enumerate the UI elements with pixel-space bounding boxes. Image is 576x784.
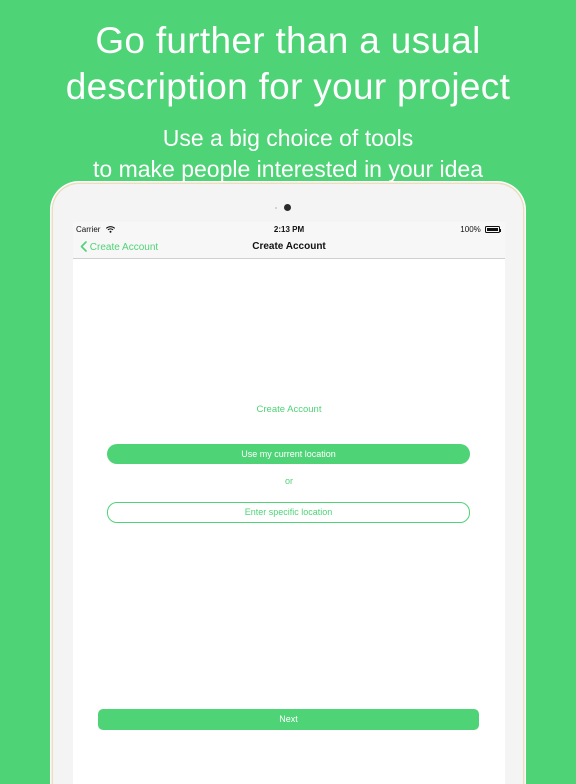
promo-headline: Go further than a usual description for …	[0, 18, 576, 110]
or-separator: or	[284, 476, 293, 486]
promo-headline-line1: Go further than a usual	[95, 20, 481, 61]
navigation-bar: Create Account Create Account	[73, 238, 505, 259]
promo-subtitle: Use a big choice of tools to make people…	[0, 123, 576, 185]
battery-percent: 100%	[460, 225, 481, 234]
battery-icon	[485, 226, 500, 233]
sensor-dot	[275, 207, 277, 209]
promo-headline-line2: description for your project	[65, 66, 511, 107]
nav-title: Create Account	[252, 241, 326, 252]
status-time: 2:13 PM	[273, 225, 305, 234]
section-title: Create Account	[256, 404, 322, 415]
camera-icon	[284, 204, 291, 211]
battery-nub	[500, 229, 501, 232]
enter-specific-location-button[interactable]: Enter specific location	[107, 502, 470, 523]
status-battery: 100%	[460, 225, 501, 234]
promo-subtitle-line2: to make people interested in your idea	[93, 156, 483, 182]
next-button[interactable]: Next	[98, 709, 479, 730]
use-current-location-button[interactable]: Use my current location	[107, 444, 470, 464]
status-bar: Carrier 2:13 PM 100%	[73, 222, 505, 238]
app-screen: Carrier 2:13 PM 100% Create Account Crea…	[73, 222, 505, 784]
tablet-device-frame: Carrier 2:13 PM 100% Create Account Crea…	[53, 184, 523, 784]
promo-subtitle-line1: Use a big choice of tools	[162, 125, 414, 151]
